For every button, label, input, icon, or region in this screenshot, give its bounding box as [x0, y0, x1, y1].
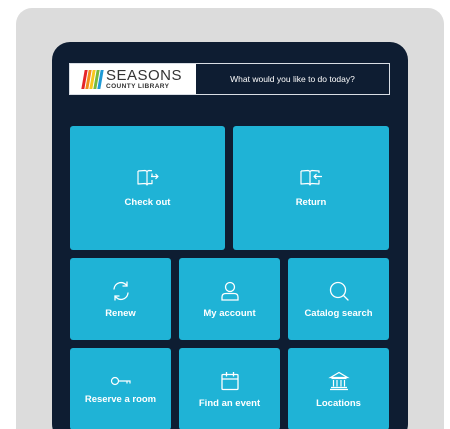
- screenshot-frame: SEASONS COUNTY LIBRARY What would you li…: [16, 8, 444, 429]
- user-icon: [220, 281, 239, 301]
- catalog-search-button[interactable]: Catalog search: [288, 258, 389, 340]
- header-bar: SEASONS COUNTY LIBRARY What would you li…: [69, 63, 390, 95]
- renew-label: Renew: [105, 307, 136, 319]
- prompt-text: What would you like to do today?: [230, 74, 355, 84]
- search-icon: [329, 281, 349, 301]
- locations-label: Locations: [316, 397, 361, 409]
- return-label: Return: [295, 196, 327, 208]
- locations-button[interactable]: Locations: [288, 348, 389, 429]
- logo-title: SEASONS: [106, 66, 183, 84]
- reserve-room-button[interactable]: Reserve a room: [70, 348, 171, 429]
- book-arrow-out-icon: [136, 169, 159, 186]
- my-account-label: My account: [203, 307, 256, 319]
- renew-button[interactable]: Renew: [70, 258, 171, 340]
- return-button[interactable]: Return: [233, 126, 389, 250]
- catalog-search-label: Catalog search: [304, 307, 373, 319]
- find-event-label: Find an event: [198, 397, 261, 409]
- calendar-icon: [220, 371, 239, 390]
- reserve-room-label: Reserve a room: [84, 393, 157, 405]
- book-arrow-in-icon: [300, 169, 322, 186]
- logo-subtitle: COUNTY LIBRARY: [106, 82, 170, 90]
- kiosk-screen: SEASONS COUNTY LIBRARY What would you li…: [52, 42, 408, 429]
- my-account-button[interactable]: My account: [179, 258, 280, 340]
- refresh-icon: [112, 280, 129, 301]
- key-icon: [110, 376, 131, 385]
- logo-stripes-icon: [81, 69, 104, 89]
- check-out-button[interactable]: Check out: [70, 126, 225, 250]
- building-icon: [327, 371, 350, 390]
- find-event-button[interactable]: Find an event: [179, 348, 280, 429]
- library-logo: SEASONS COUNTY LIBRARY: [70, 64, 196, 94]
- check-out-label: Check out: [124, 196, 171, 208]
